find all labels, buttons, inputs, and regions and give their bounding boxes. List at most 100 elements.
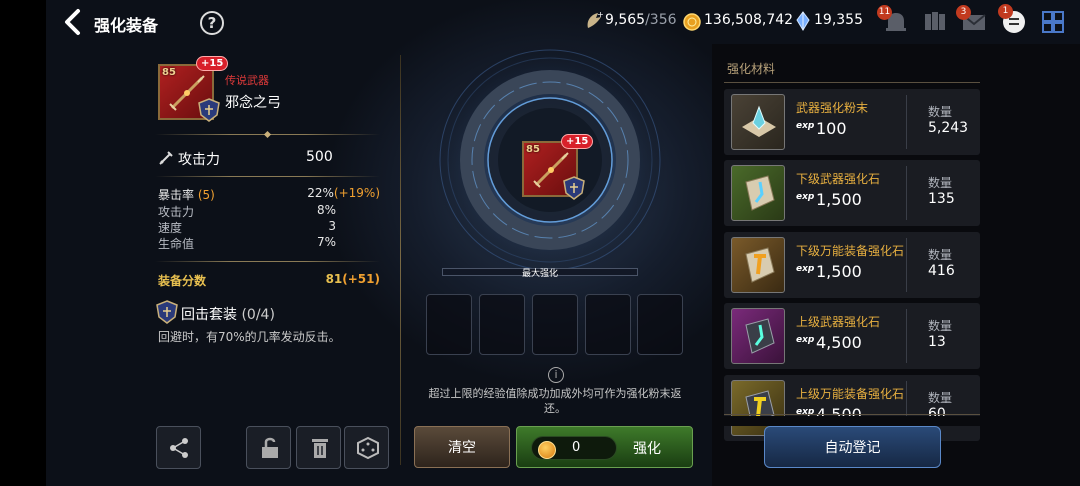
crit-value-row: 22%(+19%) xyxy=(280,186,380,200)
list-clip xyxy=(712,416,992,426)
material-qty: 5,243 xyxy=(928,120,969,136)
item-rarity: 传说武器 xyxy=(225,74,269,87)
material-tile xyxy=(731,237,785,293)
material-slot[interactable] xyxy=(426,294,472,355)
set-count: (0/4) xyxy=(241,307,275,323)
clear-button[interactable]: 清空 xyxy=(414,426,510,468)
material-name: 武器强化粉末 xyxy=(796,101,869,115)
set-description: 回避时，有70%的几率发动反击。 xyxy=(158,330,341,344)
back-arrow-icon[interactable] xyxy=(60,8,86,36)
material-item[interactable]: 上级武器强化石 exp 4,500 数量 13 xyxy=(724,303,980,369)
help-button[interactable]: ? xyxy=(200,11,224,35)
share-button[interactable] xyxy=(156,426,201,469)
divider xyxy=(155,261,380,262)
crit-count: (5) xyxy=(197,188,215,202)
crit-bonus: (+19%) xyxy=(333,186,380,200)
material-name: 上级万能装备强化石 xyxy=(796,387,905,401)
hp-label: 生命值 xyxy=(158,237,195,251)
material-tile xyxy=(731,94,785,150)
top-bar: 强化装备 ? + 9,565/356 136,508,742 19,355 11… xyxy=(46,0,1080,44)
center-plus-badge: +15 xyxy=(561,134,594,149)
divider xyxy=(724,82,980,83)
material-qty: 416 xyxy=(928,263,955,279)
auto-register-button[interactable]: 自动登记 xyxy=(764,426,941,468)
center-item-level: 85 xyxy=(526,144,540,155)
score-value: 81 xyxy=(325,272,343,286)
divider xyxy=(906,166,907,220)
material-name: 下级万能装备强化石 xyxy=(796,244,905,258)
materials-title: 强化材料 xyxy=(727,62,776,76)
page-title: 强化装备 xyxy=(94,16,159,35)
attack-value: 500 xyxy=(306,149,333,165)
shield-set-icon xyxy=(198,98,220,122)
speed-value: 3 xyxy=(328,219,336,233)
party-icon[interactable] xyxy=(921,8,949,36)
material-exp: 4,500 xyxy=(816,333,862,352)
advanced-stone-icon xyxy=(745,318,775,354)
material-slot[interactable] xyxy=(532,294,578,355)
gems-value: 19,355 xyxy=(814,12,863,28)
qty-label: 数量 xyxy=(928,105,953,119)
material-slot[interactable] xyxy=(585,294,631,355)
trash-icon xyxy=(312,439,328,458)
material-name: 下级武器强化石 xyxy=(796,172,881,186)
set-shield-icon xyxy=(156,300,178,324)
stamina-value: 9,565 xyxy=(605,12,646,28)
score-bonus: (+51) xyxy=(342,272,380,286)
info-icon: i xyxy=(548,367,564,383)
crit-row: 暴击率 (5) xyxy=(158,186,215,203)
material-exp: 1,500 xyxy=(816,262,862,281)
score-row: 81(+51) xyxy=(280,272,380,286)
gold-coin-icon xyxy=(538,441,556,459)
delete-button[interactable] xyxy=(296,426,341,469)
divider-ornament xyxy=(263,130,272,139)
material-exp: 1,500 xyxy=(816,190,862,209)
share-icon xyxy=(170,438,188,458)
divider xyxy=(155,176,380,177)
material-qty: 135 xyxy=(928,191,955,207)
cost-value: 0 xyxy=(572,440,581,455)
set-title: 回击套装 (0/4) xyxy=(181,304,275,324)
divider xyxy=(906,238,907,292)
exp-tag: exp xyxy=(796,264,815,274)
menu-grid-icon[interactable] xyxy=(1039,8,1067,36)
stamina-icon: + xyxy=(587,10,604,28)
qty-label: 数量 xyxy=(928,248,953,262)
item-level: 85 xyxy=(162,67,176,78)
cost-display: 0 xyxy=(531,436,617,460)
crystal-icon xyxy=(796,11,810,31)
screen-edge xyxy=(0,0,46,486)
enhance-button[interactable]: 0 强化 xyxy=(516,426,693,468)
powder-icon xyxy=(742,105,776,137)
dice-button[interactable] xyxy=(344,426,389,469)
material-slot[interactable] xyxy=(637,294,683,355)
material-item[interactable]: 武器强化粉末 exp 100 数量 5,243 xyxy=(724,89,980,155)
material-qty: 13 xyxy=(928,334,946,350)
material-item[interactable]: 下级武器强化石 exp 1,500 数量 135 xyxy=(724,160,980,226)
qty-label: 数量 xyxy=(928,176,953,190)
stamina-max: /356 xyxy=(645,12,677,28)
unlock-icon xyxy=(262,437,278,458)
atk-label: 攻击力 xyxy=(158,205,195,219)
exp-tag: exp xyxy=(796,335,815,345)
stone-icon xyxy=(745,175,775,211)
set-name: 回击套装 xyxy=(181,307,237,323)
atk-value: 8% xyxy=(316,203,336,217)
divider xyxy=(724,414,980,415)
material-item[interactable]: 下级万能装备强化石 exp 1,500 数量 416 xyxy=(724,232,980,298)
material-slot[interactable] xyxy=(479,294,525,355)
qty-label: 数量 xyxy=(928,319,953,333)
exp-tag: exp xyxy=(796,121,815,131)
item-plus-badge: +15 xyxy=(196,56,229,71)
gold-coin-icon xyxy=(683,13,701,31)
gold-value: 136,508,742 xyxy=(704,12,794,28)
attack-label: 攻击力 xyxy=(178,152,220,168)
game-screen: 强化装备 ? + 9,565/356 136,508,742 19,355 11… xyxy=(0,0,1080,486)
lock-button[interactable] xyxy=(246,426,291,469)
material-tile xyxy=(731,165,785,221)
enhance-label: 强化 xyxy=(633,441,661,457)
crit-value: 22% xyxy=(307,186,334,200)
material-tile xyxy=(731,308,785,364)
stamina-counter: 9,565/356 xyxy=(605,12,677,28)
dice-icon xyxy=(357,436,379,460)
